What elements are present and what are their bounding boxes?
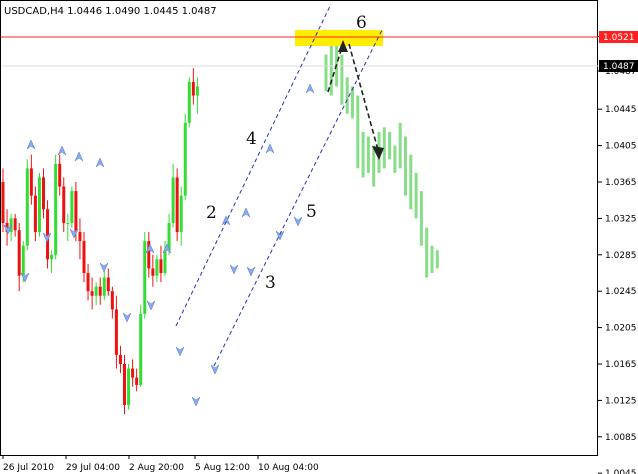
- candle-bear: [90, 291, 94, 296]
- y-tick-label: 1.0405: [605, 142, 637, 152]
- candle-bear: [175, 177, 179, 233]
- candle-bull: [187, 81, 191, 123]
- y-tick-label: 1.0085: [605, 433, 637, 443]
- candle-bear: [62, 186, 66, 223]
- candle-bear: [1, 182, 5, 223]
- candle-bull: [163, 250, 167, 273]
- candle-bull: [37, 177, 41, 233]
- plot-area: [0, 0, 598, 456]
- candle-bull: [179, 195, 183, 233]
- candle-bear: [86, 273, 90, 292]
- candle-bear: [74, 191, 78, 233]
- forecast-bar: [329, 40, 333, 96]
- candle-bear: [114, 309, 118, 355]
- last-price-label: 1.0487: [603, 62, 635, 72]
- candle-bear: [159, 259, 163, 273]
- forecast-bar: [351, 86, 354, 119]
- candle-bull: [143, 241, 147, 314]
- wave-label-5: 5: [306, 202, 317, 222]
- x-tick-label: 10 Aug 04:00: [258, 463, 319, 473]
- candle-bear: [98, 286, 102, 296]
- candle-bear: [17, 230, 21, 276]
- wave-label-6: 6: [356, 13, 367, 33]
- y-tick-label: 1.0245: [605, 287, 637, 297]
- candle-bear: [29, 168, 33, 196]
- forecast-bar: [366, 136, 370, 173]
- candle-bull: [21, 245, 25, 276]
- candle-bear: [42, 177, 45, 210]
- candle-bear: [33, 195, 37, 233]
- x-tick-label: 2 Aug 20:00: [129, 463, 184, 473]
- candle-bull: [54, 163, 58, 255]
- forecast-bar: [340, 54, 344, 105]
- forecast-bar: [425, 227, 429, 278]
- candle-bear: [110, 291, 114, 310]
- candle-bull: [94, 286, 98, 296]
- candle-bull: [50, 254, 54, 260]
- x-tick-label: 5 Aug 12:00: [195, 463, 250, 473]
- candle-bear: [13, 218, 17, 231]
- candle-bull: [195, 86, 199, 96]
- candle-bull: [25, 168, 29, 246]
- x-tick-label: 26 Jul 2010: [3, 463, 54, 473]
- forecast-bar: [361, 131, 365, 178]
- forecast-bar: [419, 191, 423, 246]
- forecast-bar: [404, 136, 407, 196]
- candle-bear: [46, 209, 50, 260]
- y-tick-label: 1.0445: [605, 105, 637, 115]
- forecast-bar: [430, 245, 434, 273]
- candle-bear: [78, 232, 82, 242]
- candle-bear: [118, 354, 122, 364]
- candle-bear: [135, 377, 139, 385]
- candle-bull: [102, 277, 106, 296]
- y-tick-label: 1.0125: [605, 396, 637, 406]
- y-tick-label: 1.0285: [605, 251, 637, 261]
- forecast-bar: [409, 154, 413, 210]
- y-tick-label: 1.0205: [605, 324, 637, 334]
- candle-bull: [127, 368, 131, 405]
- forecast-bar: [372, 145, 376, 187]
- candle-bull: [171, 177, 175, 223]
- chart-title: USDCAD,H4 1.0446 1.0490 1.0445 1.0487: [4, 6, 217, 17]
- candle-bear: [82, 241, 86, 273]
- forecast-bar: [388, 131, 392, 160]
- forecast-bar: [435, 250, 439, 269]
- candle-bear: [131, 368, 135, 378]
- candle-bull: [66, 222, 70, 224]
- x-axis: 26 Jul 2010 29 Jul 04:00 2 Aug 20:00 5 Aug …: [2, 455, 319, 473]
- target-highlight: [295, 30, 383, 46]
- candle-bull: [139, 313, 143, 385]
- candle-bull: [70, 191, 74, 223]
- forecast-bar: [398, 122, 402, 169]
- y-tick-label: 1.0045: [605, 469, 637, 474]
- wave-label-3: 3: [265, 273, 276, 293]
- wave-label-4: 4: [246, 129, 257, 149]
- candle-bear: [58, 163, 62, 187]
- y-tick-label: 1.0365: [605, 178, 637, 188]
- candle-bull: [155, 259, 159, 276]
- candle-bear: [123, 364, 126, 405]
- y-tick-label: 1.0165: [605, 360, 637, 370]
- y-tick-label: 1.0325: [605, 214, 637, 224]
- resistance-price-label: 1.0521: [603, 33, 635, 43]
- price-chart: 2 3 4 5 6 USDCAD,H4 1.0446 1.0490 1.0445…: [0, 0, 638, 474]
- y-axis: 1.05251.04871.04451.04051.03651.03251.02…: [598, 32, 637, 474]
- candle-bear: [151, 268, 155, 276]
- candle-bear: [191, 81, 195, 96]
- forecast-bar: [414, 172, 418, 219]
- candle-bull: [183, 122, 187, 196]
- forecast-bar: [324, 54, 328, 91]
- forecast-bar: [345, 77, 349, 114]
- wave-label-2: 2: [206, 203, 217, 223]
- forecast-bar: [393, 145, 397, 173]
- x-tick-label: 29 Jul 04:00: [66, 463, 120, 473]
- forecast-bar: [356, 95, 360, 169]
- candle-bear: [106, 277, 110, 292]
